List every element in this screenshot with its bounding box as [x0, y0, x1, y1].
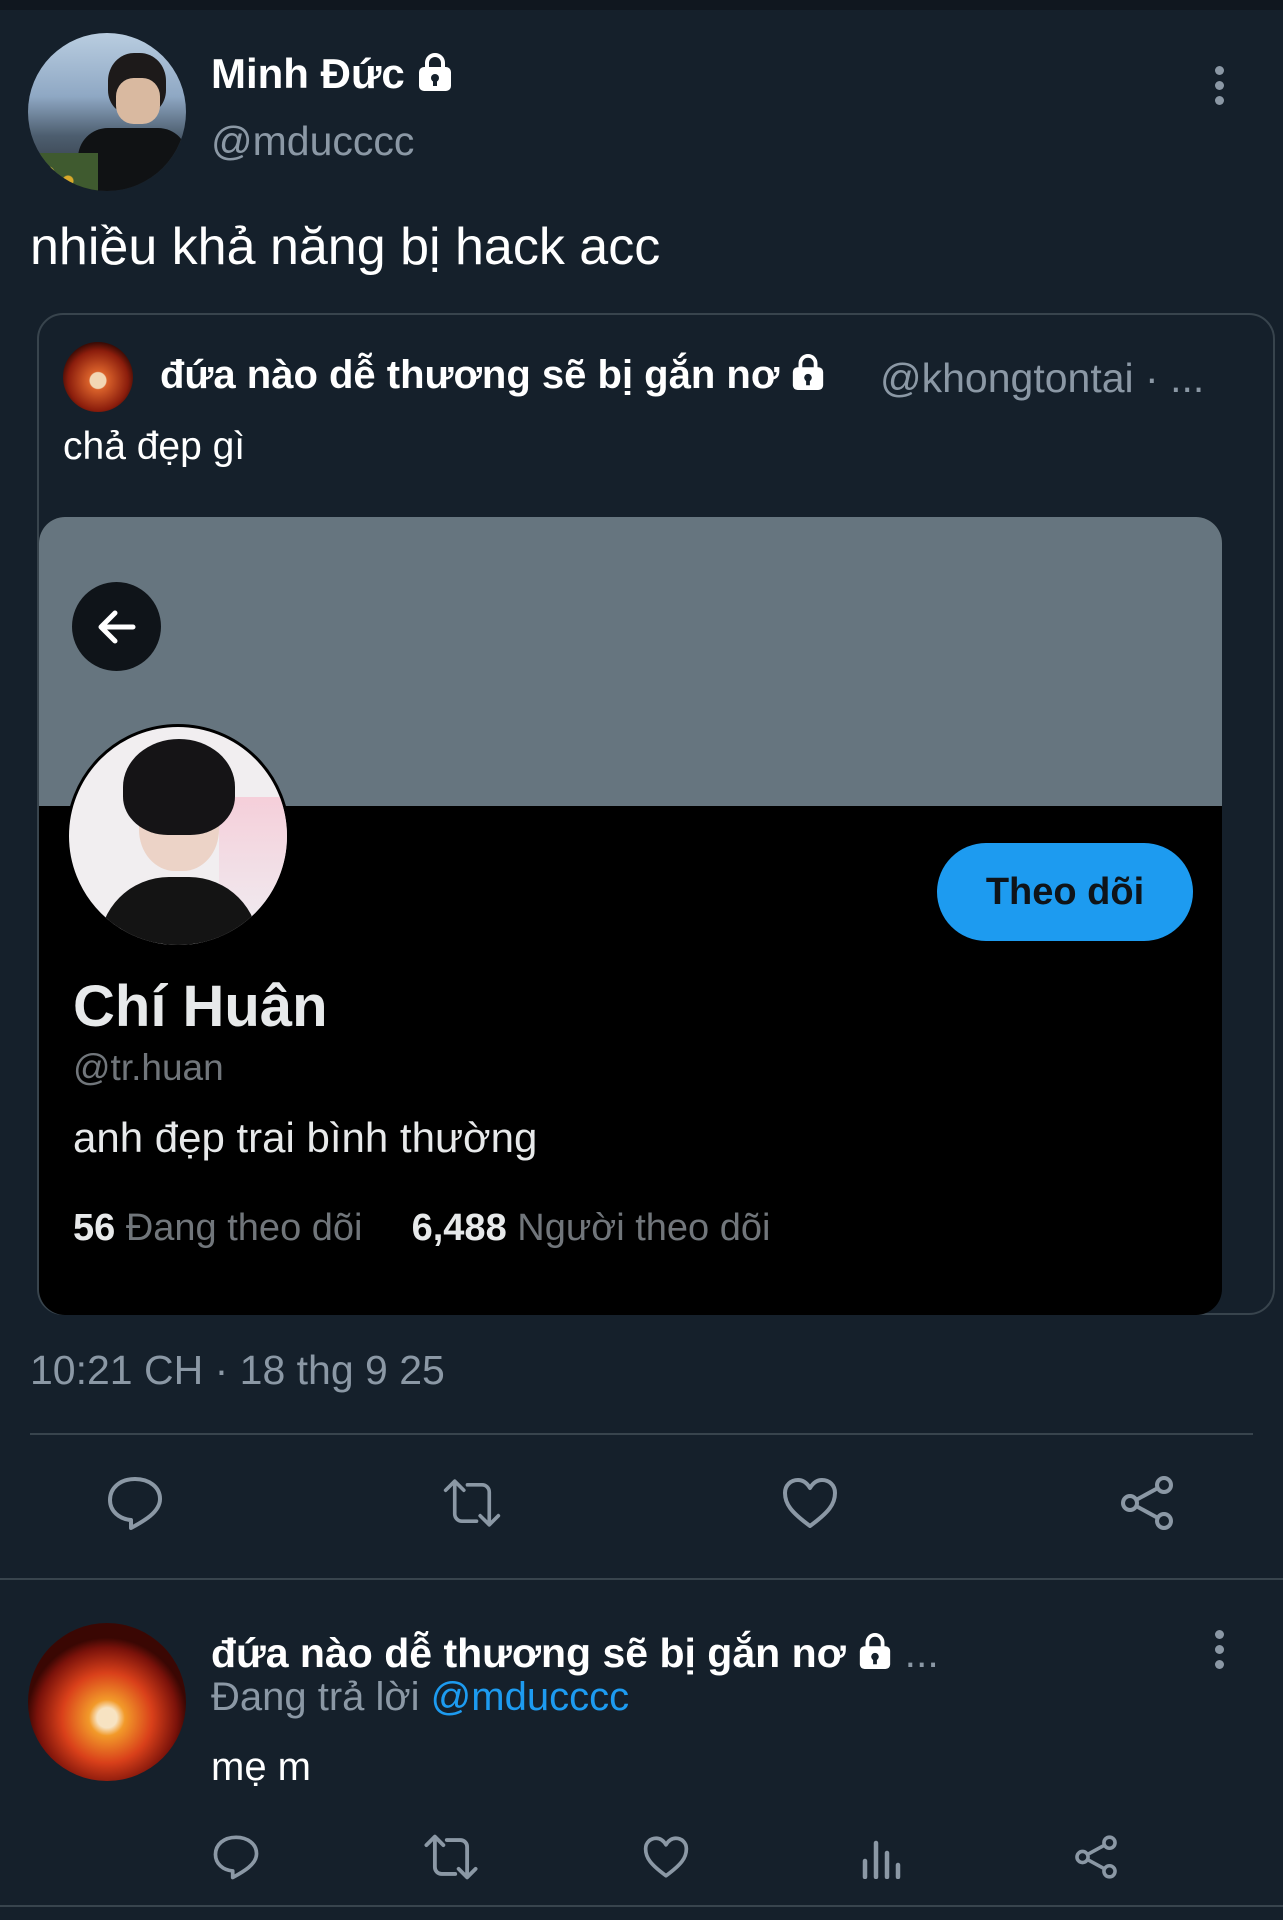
author-name-text: Minh Đức — [211, 50, 405, 97]
author-handle[interactable]: @mducccc — [211, 118, 414, 165]
profile-name: Chí Huân — [73, 974, 328, 1039]
reply-author-avatar[interactable] — [28, 1623, 186, 1781]
author-name[interactable]: Minh Đức — [211, 50, 454, 102]
back-arrow-icon — [72, 582, 161, 671]
profile-screenshot-image[interactable]: Theo dõi Chí Huân @tr.huan anh đẹp trai … — [39, 517, 1222, 1315]
profile-handle: @tr.huan — [73, 1047, 224, 1088]
reply-author-name[interactable]: đứa nào dễ thương sẽ bị gắn nơ ... — [211, 1630, 939, 1680]
followers-label: Người theo dõi — [517, 1207, 771, 1249]
reply-icon[interactable] — [105, 1473, 165, 1533]
author-avatar[interactable] — [28, 33, 186, 191]
views-icon[interactable] — [851, 1827, 911, 1887]
following-label: Đang theo dõi — [125, 1207, 363, 1249]
following-count: 56 — [73, 1207, 116, 1249]
reply-author-name-text: đứa nào dễ thương sẽ bị gắn nơ — [211, 1630, 846, 1676]
bottom-separator — [0, 1905, 1283, 1907]
follow-button: Theo dõi — [937, 843, 1193, 941]
tweet-timestamp[interactable]: 10:21 CH · 18 thg 9 25 — [30, 1347, 445, 1394]
replying-to-label: Đang trả lời — [211, 1675, 420, 1719]
profile-bio: anh đẹp trai bình thường — [73, 1114, 538, 1161]
divider — [30, 1433, 1253, 1435]
quoted-author-name-text: đứa nào dễ thương sẽ bị gắn nơ — [160, 353, 780, 397]
lock-icon — [857, 1632, 893, 1680]
lock-icon — [416, 52, 454, 102]
quoted-author-handle[interactable]: @khongtontai · ... — [880, 355, 1204, 402]
reply-text: mẹ m — [211, 1745, 311, 1789]
like-icon[interactable] — [636, 1827, 696, 1887]
retweet-icon[interactable] — [421, 1827, 481, 1887]
quoted-tweet-text: chả đẹp gì — [63, 425, 246, 468]
followers-count: 6,488 — [411, 1207, 507, 1249]
profile-avatar — [66, 724, 290, 948]
replying-to-mention[interactable]: @mducccc — [431, 1675, 629, 1719]
replying-to: Đang trả lời @mducccc — [211, 1675, 629, 1720]
section-separator — [0, 1578, 1283, 1580]
retweet-icon[interactable] — [442, 1473, 502, 1533]
share-icon[interactable] — [1117, 1473, 1177, 1533]
status-strip — [0, 0, 1283, 10]
name-ellipsis: ... — [904, 1630, 939, 1676]
share-icon[interactable] — [1066, 1827, 1126, 1887]
more-icon[interactable] — [1213, 66, 1225, 106]
tweet-text: nhiều khả năng bị hack acc — [30, 218, 661, 276]
like-icon[interactable] — [780, 1473, 840, 1533]
profile-stats: 56 Đang theo dõi 6,488 Người theo dõi — [73, 1207, 770, 1250]
reply-icon[interactable] — [206, 1827, 266, 1887]
more-icon[interactable] — [1213, 1630, 1225, 1670]
quoted-author-name[interactable]: đứa nào dễ thương sẽ bị gắn nơ — [160, 353, 826, 401]
lock-icon — [790, 353, 826, 401]
quoted-author-avatar[interactable] — [63, 342, 133, 412]
